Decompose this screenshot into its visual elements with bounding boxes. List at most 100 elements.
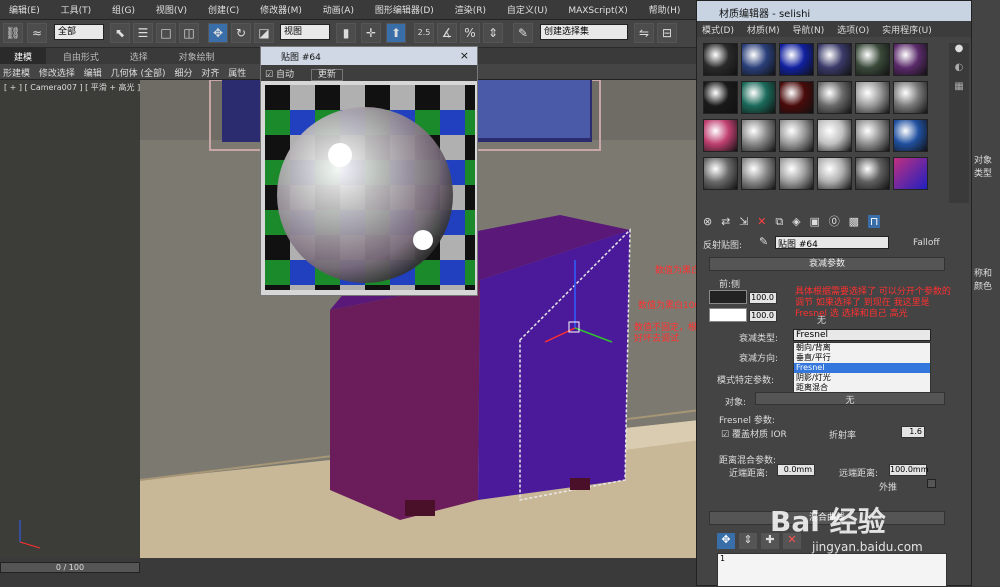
material-slot[interactable]: [741, 81, 776, 114]
rect-region-icon[interactable]: □: [156, 23, 176, 43]
menu-mode[interactable]: 模式(D): [697, 21, 739, 38]
move-icon[interactable]: ✥: [208, 23, 228, 43]
ribbon-tab-freeform[interactable]: 自由形式: [49, 48, 113, 65]
map-type-button[interactable]: Falloff: [913, 238, 940, 248]
material-slot[interactable]: [893, 157, 928, 190]
material-slot[interactable]: [817, 81, 852, 114]
ribbon-properties[interactable]: 属性: [225, 64, 249, 81]
ribbon-poly-modeling[interactable]: 形建模: [0, 64, 33, 81]
side-amount-spinner[interactable]: 100.0: [749, 310, 777, 322]
ribbon-geometry-all[interactable]: 几何体 (全部): [108, 64, 169, 81]
viewport-label[interactable]: [ + ] [ Camera007 ] [ 平滑 + 高光 ]: [4, 82, 140, 93]
menu-modifiers[interactable]: 修改器(M): [251, 0, 311, 19]
ribbon-align[interactable]: 对齐: [198, 64, 222, 81]
backlight-icon[interactable]: ◐: [949, 62, 969, 73]
material-slot[interactable]: [855, 119, 890, 152]
material-slot[interactable]: [893, 43, 928, 76]
pivot-icon[interactable]: ▮: [336, 23, 356, 43]
scale-icon[interactable]: ◪: [254, 23, 274, 43]
reset-icon[interactable]: ✕: [757, 215, 766, 228]
material-slot[interactable]: [779, 119, 814, 152]
material-slot[interactable]: [703, 43, 738, 76]
menu-edit[interactable]: 编辑(E): [0, 0, 49, 19]
override-ior-checkbox[interactable]: ☑ 覆盖材质 IOR: [721, 427, 787, 440]
eyedropper-icon[interactable]: ✎: [759, 235, 768, 248]
sample-type-icon[interactable]: ●: [949, 43, 969, 54]
mix-curve-graph[interactable]: 1: [717, 553, 947, 587]
reference-coord-dropdown[interactable]: 视图: [280, 24, 330, 40]
named-selection-dropdown[interactable]: 创建选择集: [540, 24, 628, 40]
background-icon[interactable]: ▦: [949, 81, 969, 92]
close-icon[interactable]: ×: [460, 49, 469, 62]
material-slot[interactable]: [855, 157, 890, 190]
ribbon-tab-selection[interactable]: 选择: [116, 48, 162, 65]
menu-group[interactable]: 组(G): [103, 0, 144, 19]
material-slot[interactable]: [855, 81, 890, 114]
put-material-icon[interactable]: ⇄: [721, 215, 730, 228]
keyboard-shortcut-icon[interactable]: ⬆: [386, 23, 406, 43]
option-towards-away[interactable]: 朝向/背离: [794, 343, 930, 353]
menu-rendering[interactable]: 渲染(R): [446, 0, 495, 19]
menu-utilities[interactable]: 实用程序(U): [877, 21, 937, 38]
falloff-type-dropdown[interactable]: Fresnel: [793, 329, 931, 341]
ribbon-tab-object-paint[interactable]: 对象绘制: [165, 48, 229, 65]
material-slot[interactable]: [817, 43, 852, 76]
menu-customize[interactable]: 自定义(U): [498, 0, 557, 19]
mirror-icon[interactable]: ⇋: [634, 23, 654, 43]
update-button[interactable]: 更新: [310, 69, 343, 81]
white-color-swatch[interactable]: [709, 308, 747, 322]
spinner-snap-icon[interactable]: ⇕: [483, 23, 503, 43]
material-slot[interactable]: [779, 43, 814, 76]
menu-maxscript[interactable]: MAXScript(X): [559, 3, 636, 19]
move-point-icon[interactable]: ✥: [717, 533, 735, 549]
menu-views[interactable]: 视图(V): [147, 0, 196, 19]
time-slider[interactable]: 0 / 100: [0, 562, 140, 573]
ribbon-subdivision[interactable]: 细分: [171, 64, 195, 81]
copy-material-icon[interactable]: ⧉: [775, 215, 783, 228]
edit-named-sets-icon[interactable]: ✎: [513, 23, 533, 43]
menu-graph-editors[interactable]: 图形编辑器(D): [366, 0, 443, 19]
menu-help[interactable]: 帮助(H): [640, 0, 690, 19]
percent-snap-icon[interactable]: %: [460, 23, 480, 43]
manipulate-icon[interactable]: ✛: [361, 23, 381, 43]
ribbon-modify-selection[interactable]: 修改选择: [36, 64, 78, 81]
black-color-swatch[interactable]: [709, 290, 747, 304]
ribbon-edit[interactable]: 编辑: [81, 64, 105, 81]
material-slot[interactable]: [741, 43, 776, 76]
material-slot[interactable]: [817, 119, 852, 152]
make-unique-icon[interactable]: ◈: [792, 215, 800, 228]
put-to-library-icon[interactable]: ▣: [809, 215, 819, 228]
selection-filter-dropdown[interactable]: 全部: [54, 24, 104, 40]
assign-material-icon[interactable]: ⇲: [739, 215, 748, 228]
angle-snap-icon[interactable]: ∡: [437, 23, 457, 43]
far-distance-spinner[interactable]: 100.0mm: [889, 464, 929, 476]
material-slot[interactable]: [741, 119, 776, 152]
window-crossing-icon[interactable]: ◫: [179, 23, 199, 43]
select-object-icon[interactable]: ⬉: [110, 23, 130, 43]
rotate-icon[interactable]: ↻: [231, 23, 251, 43]
material-slot[interactable]: [703, 81, 738, 114]
menu-material[interactable]: 材质(M): [742, 21, 785, 38]
material-id-icon[interactable]: ⓪: [829, 215, 840, 228]
front-amount-spinner[interactable]: 100.0: [749, 292, 777, 304]
material-slot[interactable]: [779, 81, 814, 114]
material-slot[interactable]: [741, 157, 776, 190]
get-material-icon[interactable]: ⊗: [703, 215, 712, 228]
option-shadow-light[interactable]: 阴影/灯光: [794, 373, 930, 383]
align-icon[interactable]: ⊟: [657, 23, 677, 43]
menu-tools[interactable]: 工具(T): [52, 0, 101, 19]
map-name-field[interactable]: 贴图 #64: [775, 236, 889, 250]
link-icon[interactable]: ⛓: [3, 23, 23, 43]
extrapolate-checkbox[interactable]: [927, 479, 936, 488]
ior-spinner[interactable]: 1.6: [901, 426, 925, 438]
scale-point-icon[interactable]: ⇕: [739, 533, 757, 549]
snap-toggle-icon[interactable]: 2.5: [414, 23, 434, 43]
show-end-result-icon[interactable]: ⊓: [867, 215, 881, 228]
menu-navigation[interactable]: 导航(N): [788, 21, 830, 38]
material-slot[interactable]: [855, 43, 890, 76]
option-perpendicular-parallel[interactable]: 垂直/平行: [794, 353, 930, 363]
show-map-icon[interactable]: ▩: [849, 215, 859, 228]
select-by-name-icon[interactable]: ☰: [133, 23, 153, 43]
option-fresnel[interactable]: Fresnel: [794, 363, 930, 373]
material-slot[interactable]: [779, 157, 814, 190]
